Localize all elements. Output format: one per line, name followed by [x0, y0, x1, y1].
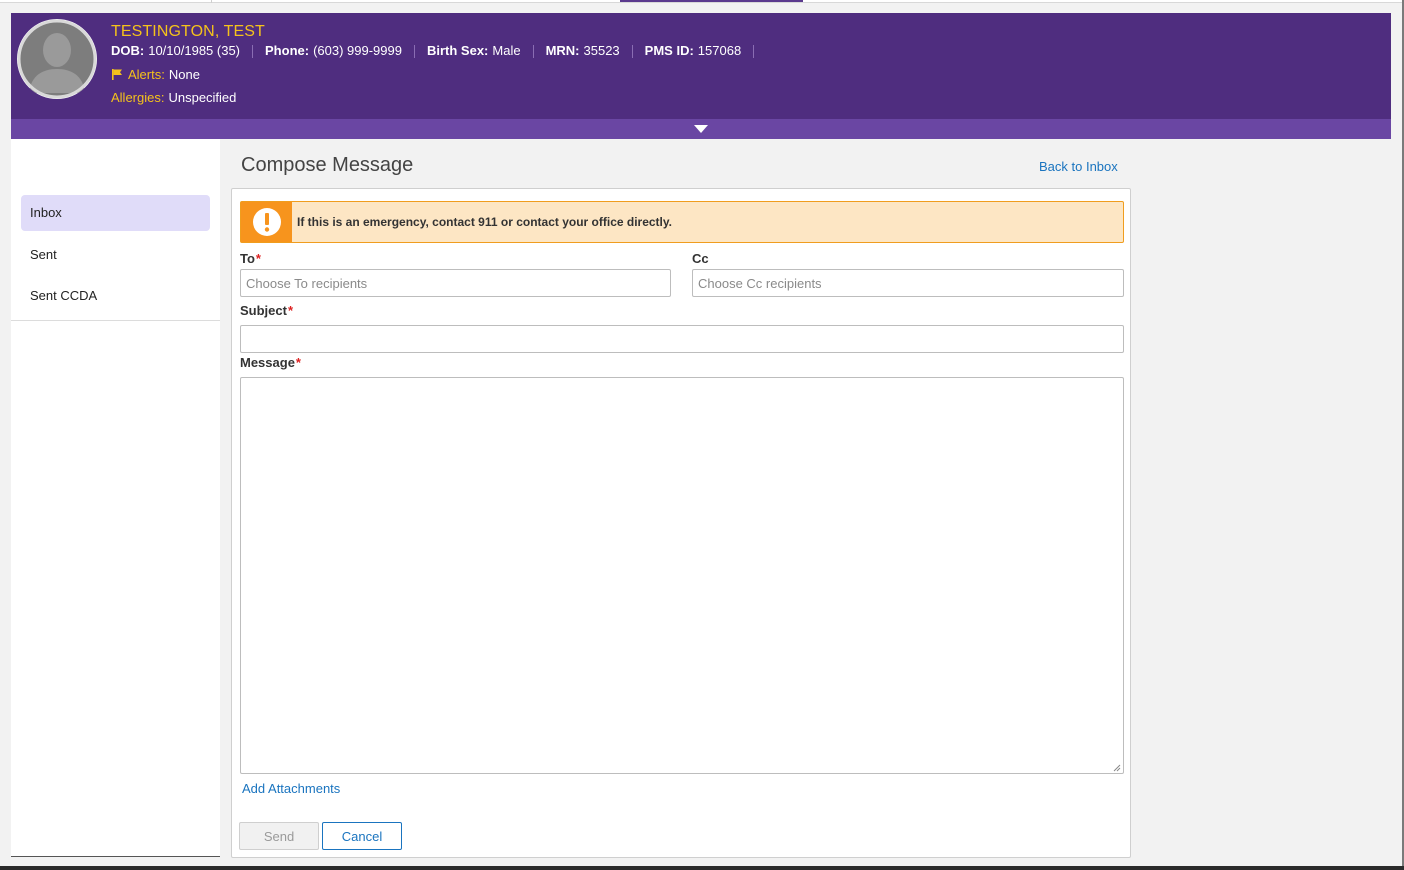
dob-label: DOB: — [111, 43, 145, 58]
mrn-label: MRN: — [545, 43, 580, 58]
patient-avatar — [17, 19, 97, 99]
phone-label: Phone: — [265, 43, 310, 58]
message-label: Message* — [240, 355, 301, 370]
active-tab-indicator — [620, 0, 803, 2]
tab-separator — [211, 0, 212, 3]
alert-icon-box — [241, 202, 292, 242]
banner-expand-toggle[interactable] — [11, 119, 1391, 139]
patient-allergies: Allergies: Unspecified — [111, 90, 236, 105]
allergies-label: Allergies: — [111, 90, 165, 105]
dob-field: DOB: 10/10/1985 (35) — [111, 43, 240, 58]
patient-alerts: Alerts: None — [111, 67, 200, 82]
patient-demographics: DOB: 10/10/1985 (35) Phone: (603) 999-9999… — [111, 43, 766, 58]
flag-icon — [112, 69, 122, 80]
resize-grip-icon[interactable] — [1111, 762, 1121, 772]
pms-id-value: 157068 — [697, 43, 742, 58]
cc-label: Cc — [692, 251, 709, 266]
subject-label-text: Subject — [240, 303, 287, 318]
emergency-alert: If this is an emergency, contact 911 or … — [240, 201, 1124, 243]
exclamation-icon — [252, 208, 281, 236]
message-label-text: Message — [240, 355, 295, 370]
required-marker: * — [255, 251, 261, 266]
pms-id-label: PMS ID: — [644, 43, 694, 58]
person-silhouette-icon — [17, 19, 97, 99]
window-bottom-edge — [0, 866, 1404, 870]
birth-sex-label: Birth Sex: — [426, 43, 489, 58]
divider — [532, 45, 534, 58]
required-marker: * — [295, 355, 301, 370]
sidebar-item-sent-ccda[interactable]: Sent CCDA — [21, 278, 210, 314]
alerts-value: None — [168, 67, 200, 82]
message-textarea[interactable] — [240, 377, 1124, 774]
pms-id-field: PMS ID: 157068 — [645, 43, 742, 58]
back-to-inbox-link[interactable]: Back to Inbox — [1039, 159, 1118, 174]
to-recipients-input[interactable] — [240, 269, 671, 297]
to-label: To* — [240, 251, 261, 266]
divider — [413, 45, 415, 58]
page-title: Compose Message — [241, 154, 414, 176]
divider — [252, 45, 254, 58]
phone-field: Phone: (603) 999-9999 — [265, 43, 402, 58]
emergency-alert-text: If this is an emergency, contact 911 or … — [297, 215, 673, 229]
caret-down-icon — [694, 125, 708, 133]
divider — [753, 45, 755, 58]
cc-recipients-input[interactable] — [692, 269, 1124, 297]
sidebar-item-inbox[interactable]: Inbox — [21, 195, 210, 231]
top-tab-strip — [0, 0, 1404, 3]
mrn-field: MRN: 35523 — [546, 43, 620, 58]
patient-banner: TESTINGTON, TEST DOB: 10/10/1985 (35) Pho… — [11, 13, 1391, 139]
birth-sex-field: Birth Sex: Male — [427, 43, 521, 58]
to-label-text: To — [240, 251, 255, 266]
alerts-label: Alerts: — [128, 67, 165, 82]
compose-form: If this is an emergency, contact 911 or … — [231, 188, 1131, 858]
mailbox-nav: Inbox Sent Sent CCDA — [11, 195, 220, 321]
allergies-value: Unspecified — [168, 90, 237, 105]
subject-label: Subject* — [240, 303, 293, 318]
patient-name: TESTINGTON, TEST — [111, 23, 265, 40]
cancel-button[interactable]: Cancel — [322, 822, 402, 850]
required-marker: * — [287, 303, 294, 318]
mrn-value: 35523 — [583, 43, 620, 58]
divider — [631, 45, 633, 58]
phone-value: (603) 999-9999 — [313, 43, 402, 58]
dob-value: 10/10/1985 (35) — [148, 43, 241, 58]
send-button[interactable]: Send — [239, 822, 319, 850]
subject-input[interactable] — [240, 325, 1124, 353]
birth-sex-value: Male — [492, 43, 521, 58]
sidebar-item-sent[interactable]: Sent — [21, 237, 210, 273]
message-sidebar: Inbox Sent Sent CCDA — [11, 139, 220, 857]
add-attachments-link[interactable]: Add Attachments — [242, 781, 340, 796]
